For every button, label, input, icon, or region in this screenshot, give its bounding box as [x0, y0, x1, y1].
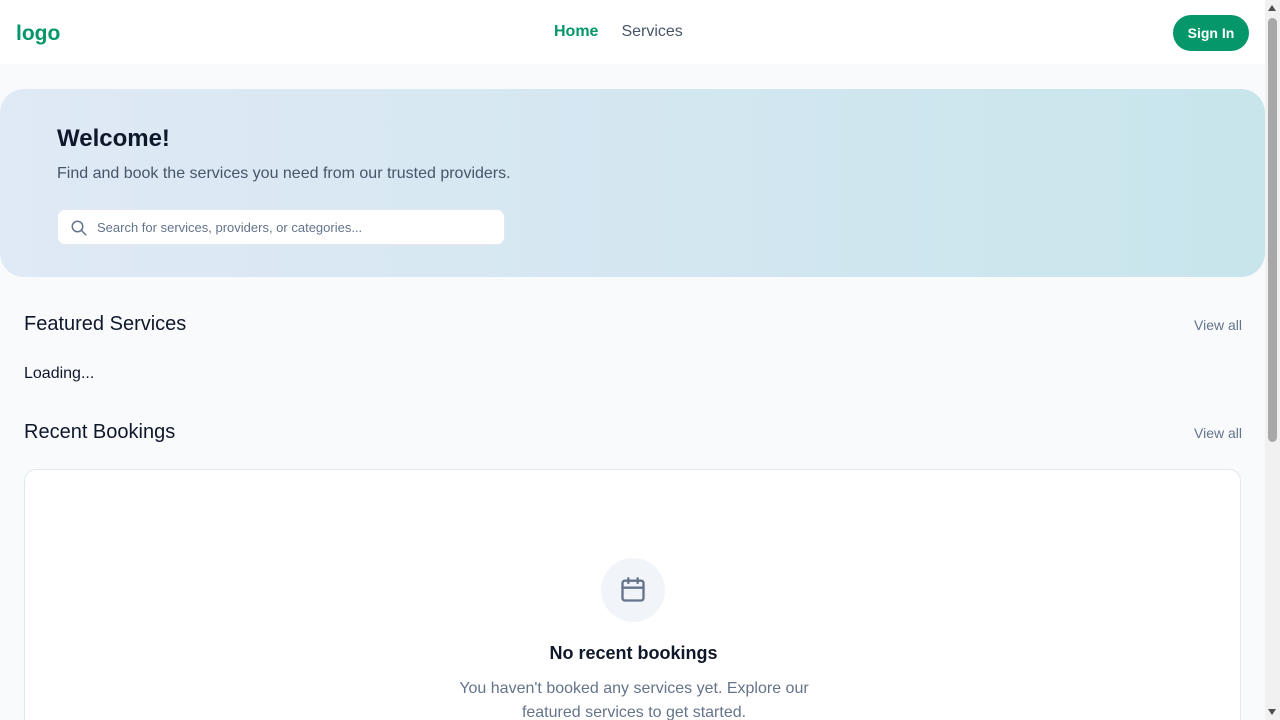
scroll-down-arrow-icon[interactable] — [1268, 709, 1276, 715]
scroll-up-arrow-icon[interactable] — [1268, 5, 1276, 11]
search-input[interactable] — [97, 210, 497, 244]
main-nav: Home Services — [554, 22, 683, 42]
recent-bookings-heading: Recent Bookings — [24, 421, 176, 443]
page-scrollbar[interactable] — [1265, 0, 1280, 720]
search-box[interactable] — [57, 209, 505, 245]
empty-state-title: No recent bookings — [549, 643, 718, 663]
sign-in-button[interactable]: Sign In — [1173, 15, 1249, 51]
calendar-icon — [621, 577, 645, 602]
nav-home-link[interactable]: Home — [554, 22, 598, 42]
scroll-thumb[interactable] — [1268, 18, 1277, 442]
empty-icon-circle — [601, 558, 665, 622]
featured-view-all-link[interactable]: View all — [1194, 316, 1242, 334]
hero-subtitle: Find and book the services you need from… — [57, 165, 511, 182]
logo[interactable]: logo — [16, 22, 60, 46]
recent-bookings-empty-card: No recent bookings You haven't booked an… — [24, 469, 1241, 720]
empty-state-message: You haven't booked any services yet. Exp… — [459, 680, 809, 720]
nav-services-link[interactable]: Services — [621, 22, 682, 42]
search-icon — [71, 220, 87, 236]
featured-loading-text: Loading... — [24, 365, 95, 382]
recent-view-all-link[interactable]: View all — [1194, 424, 1242, 442]
welcome-hero: Welcome! Find and book the services you … — [0, 89, 1265, 277]
featured-services-heading: Featured Services — [24, 313, 187, 335]
top-navbar: logo Home Services Sign In — [0, 0, 1265, 64]
hero-title: Welcome! — [57, 125, 170, 152]
